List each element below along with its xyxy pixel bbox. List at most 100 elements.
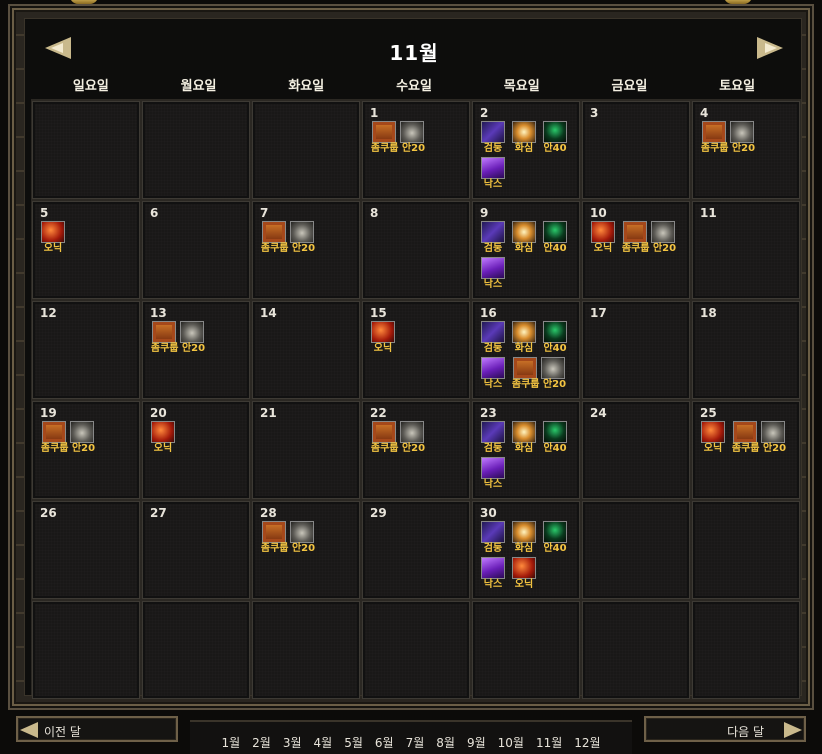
calendar-event[interactable]: 좀쿠룹 안20 [619, 221, 679, 255]
calendar-event[interactable]: 안40 [540, 121, 570, 155]
calendar-event[interactable]: 검둥 [478, 221, 508, 255]
calendar-day-cell[interactable] [692, 601, 800, 699]
calendar-event[interactable]: 검둥 [478, 121, 508, 155]
calendar-event[interactable]: 검둥 [478, 321, 508, 355]
calendar-day-cell[interactable]: 26 [32, 501, 140, 599]
calendar-day-cell[interactable] [252, 101, 360, 199]
calendar-day-cell[interactable]: 22 좀쿠룹 안20 [362, 401, 470, 499]
calendar-event[interactable]: 좀쿠룹 안20 [729, 421, 789, 455]
calendar-day-cell[interactable] [692, 501, 800, 599]
calendar-day-cell[interactable]: 9 검둥 화심 안40 낙스 [472, 201, 580, 299]
month-link[interactable]: 8월 [430, 734, 461, 754]
calendar-day-cell[interactable]: 1 좀쿠룹 안20 [362, 101, 470, 199]
calendar-event[interactable]: 안40 [540, 521, 570, 555]
calendar-day-cell[interactable]: 24 [582, 401, 690, 499]
calendar-event[interactable]: 검둥 [478, 521, 508, 555]
next-month-button[interactable]: 다음 달 [644, 716, 806, 742]
calendar-day-cell[interactable]: 7 좀쿠룹 안20 [252, 201, 360, 299]
calendar-event[interactable]: 낙스 [478, 257, 508, 291]
calendar-day-cell[interactable]: 25 오닉 좀쿠룹 안20 [692, 401, 800, 499]
calendar-day-cell[interactable] [32, 601, 140, 699]
calendar-event[interactable]: 화심 [509, 121, 539, 155]
calendar-event[interactable]: 낙스 [478, 557, 508, 591]
green-spirit-icon [543, 321, 567, 343]
calendar-day-cell[interactable]: 8 [362, 201, 470, 299]
calendar-day-cell[interactable]: 16 검둥 화심 안40 낙스 좀쿠룹 안20 [472, 301, 580, 399]
calendar-day-cell[interactable]: 5 오닉 [32, 201, 140, 299]
calendar-event[interactable]: 화심 [509, 221, 539, 255]
month-link[interactable]: 2월 [246, 734, 277, 754]
event-label: 검둥 [483, 343, 503, 354]
calendar-event[interactable]: 좀쿠룹 안20 [698, 121, 758, 155]
calendar-event[interactable]: 좀쿠룹 안20 [368, 421, 428, 455]
calendar-event[interactable]: 오닉 [368, 321, 398, 355]
calendar-event[interactable]: 화심 [509, 321, 539, 355]
calendar-day-cell[interactable]: 19 좀쿠룹 안20 [32, 401, 140, 499]
calendar-day-cell[interactable]: 29 [362, 501, 470, 599]
calendar-event[interactable]: 낙스 [478, 457, 508, 491]
calendar-event[interactable]: 좀쿠룹 안20 [258, 221, 318, 255]
calendar-day-cell[interactable]: 30 검둥 화심 안40 낙스 오닉 [472, 501, 580, 599]
calendar-day-cell[interactable] [472, 601, 580, 699]
calendar-event[interactable]: 좀쿠룹 안20 [148, 321, 208, 355]
month-link[interactable]: 1월 [215, 734, 246, 754]
month-link[interactable]: 11월 [530, 734, 568, 754]
calendar-event[interactable]: 오닉 [509, 557, 539, 591]
month-link[interactable]: 3월 [277, 734, 308, 754]
calendar-event[interactable]: 검둥 [478, 421, 508, 455]
calendar-event[interactable]: 좀쿠룹 안20 [38, 421, 98, 455]
calendar-day-cell[interactable]: 23 검둥 화심 안40 낙스 [472, 401, 580, 499]
calendar-day-cell[interactable]: 10 오닉 좀쿠룹 안20 [582, 201, 690, 299]
calendar-day-cell[interactable]: 21 [252, 401, 360, 499]
calendar-event[interactable]: 낙스 [478, 357, 508, 391]
month-link[interactable]: 7월 [400, 734, 431, 754]
calendar-event[interactable]: 좀쿠룹 안20 [509, 357, 569, 391]
next-month-arrow-icon[interactable] [757, 37, 783, 59]
month-link[interactable]: 6월 [369, 734, 400, 754]
event-label: 검둥 [483, 243, 503, 254]
calendar-day-cell[interactable]: 3 [582, 101, 690, 199]
calendar-event[interactable]: 오닉 [698, 421, 728, 455]
calendar-event[interactable]: 화심 [509, 521, 539, 555]
calendar-day-cell[interactable]: 27 [142, 501, 250, 599]
calendar-day-cell[interactable]: 13 좀쿠룹 안20 [142, 301, 250, 399]
calendar-event[interactable]: 오닉 [588, 221, 618, 255]
calendar-day-cell[interactable] [252, 601, 360, 699]
calendar-day-cell[interactable]: 12 [32, 301, 140, 399]
month-link[interactable]: 5월 [338, 734, 369, 754]
calendar-event[interactable]: 오닉 [38, 221, 68, 255]
calendar-day-cell[interactable]: 17 [582, 301, 690, 399]
month-link[interactable]: 4월 [308, 734, 339, 754]
calendar-day-cell[interactable]: 20 오닉 [142, 401, 250, 499]
prev-month-button[interactable]: 이전 달 [16, 716, 178, 742]
calendar-day-cell[interactable]: 14 [252, 301, 360, 399]
calendar-day-cell[interactable] [32, 101, 140, 199]
event-label: 좀쿠룹 안20 [260, 543, 316, 554]
calendar-day-cell[interactable] [142, 601, 250, 699]
calendar-day-cell[interactable] [582, 601, 690, 699]
calendar-event[interactable]: 안40 [540, 221, 570, 255]
calendar-event[interactable]: 안40 [540, 321, 570, 355]
event-label: 안40 [543, 143, 567, 154]
calendar-event[interactable]: 좀쿠룹 안20 [258, 521, 318, 555]
calendar-event[interactable]: 낙스 [478, 157, 508, 191]
calendar-event[interactable]: 좀쿠룹 안20 [368, 121, 428, 155]
calendar-day-cell[interactable]: 15 오닉 [362, 301, 470, 399]
calendar-day-cell[interactable]: 18 [692, 301, 800, 399]
calendar-day-cell[interactable] [582, 501, 690, 599]
day-number: 16 [480, 306, 497, 320]
calendar-day-cell[interactable] [362, 601, 470, 699]
calendar-event[interactable]: 안40 [540, 421, 570, 455]
calendar-day-cell[interactable]: 4 좀쿠룹 안20 [692, 101, 800, 199]
calendar-day-cell[interactable] [142, 101, 250, 199]
calendar-day-cell[interactable]: 11 [692, 201, 800, 299]
calendar-day-cell[interactable]: 6 [142, 201, 250, 299]
month-link[interactable]: 10월 [492, 734, 530, 754]
calendar-day-cell[interactable]: 28 좀쿠룹 안20 [252, 501, 360, 599]
calendar-event[interactable]: 화심 [509, 421, 539, 455]
day-number: 7 [260, 206, 269, 220]
month-link[interactable]: 9월 [461, 734, 492, 754]
month-link[interactable]: 12월 [568, 734, 606, 754]
calendar-day-cell[interactable]: 2 검둥 화심 안40 낙스 [472, 101, 580, 199]
calendar-event[interactable]: 오닉 [148, 421, 178, 455]
